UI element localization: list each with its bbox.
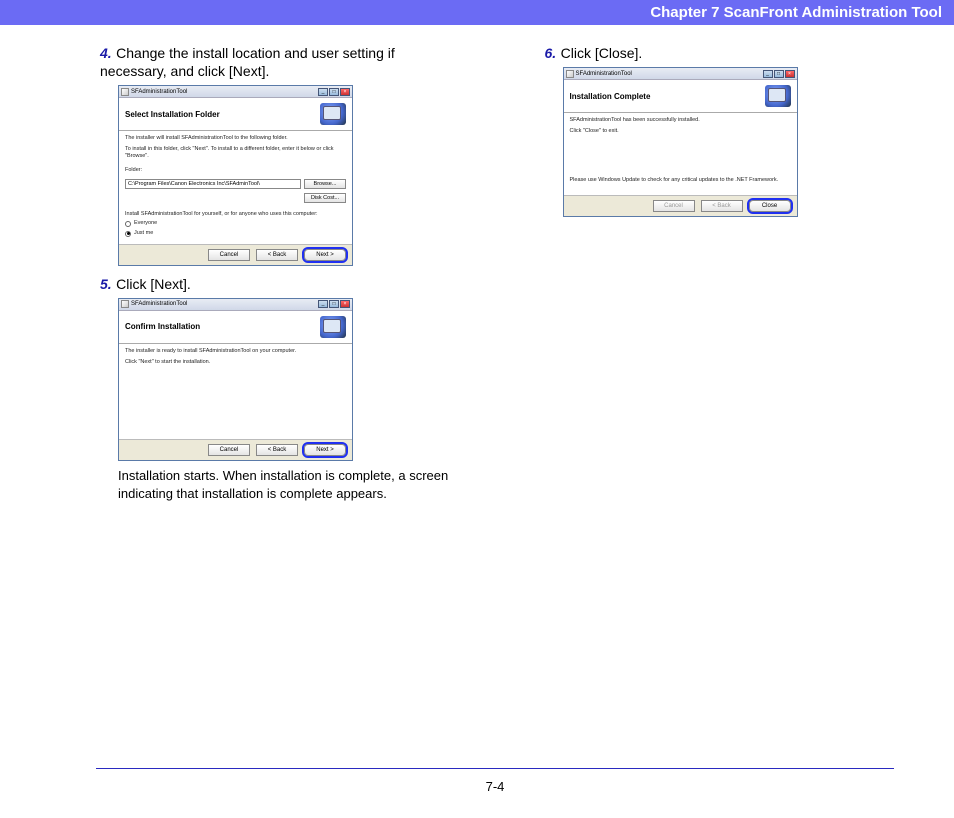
close-icon[interactable]: × (340, 88, 350, 96)
dialog-line1: SFAdministrationTool has been successful… (570, 117, 791, 125)
dialog-heading: Installation Complete (570, 92, 651, 101)
minimize-icon[interactable]: _ (318, 300, 328, 308)
right-column: 6. Click [Close]. SFAdministrationTool _… (545, 45, 895, 513)
app-icon (566, 70, 574, 78)
installer-icon (765, 85, 791, 107)
browse-button[interactable]: Browse... (304, 179, 346, 189)
chapter-title: Chapter 7 ScanFront Administration Tool (650, 4, 942, 21)
dialog-line2: Click "Next" to start the installation. (125, 359, 346, 367)
step-4-number: 4. (100, 45, 112, 61)
cancel-button[interactable]: Cancel (208, 444, 250, 456)
radio-everyone-label: Everyone (134, 220, 157, 228)
next-button[interactable]: Next > (304, 249, 346, 261)
dialog-line1: The installer is ready to install SFAdmi… (125, 348, 346, 356)
step-5: 5. Click [Next]. SFAdministrationTool _ … (100, 276, 450, 503)
close-icon[interactable]: × (340, 300, 350, 308)
installer-icon (320, 103, 346, 125)
dialog-line2: To install in this folder, click "Next".… (125, 146, 346, 161)
radio-justme-row[interactable]: Just me (125, 230, 346, 238)
maximize-icon[interactable]: □ (329, 300, 339, 308)
cancel-button[interactable]: Cancel (208, 249, 250, 261)
page-content: 4. Change the install location and user … (0, 25, 954, 513)
step-4: 4. Change the install location and user … (100, 45, 450, 266)
dialog-confirm-installation: SFAdministrationTool _ □ × Confirm Insta… (118, 298, 353, 461)
step-6-text: Click [Close]. (561, 45, 643, 61)
dialog-select-install-folder: SFAdministrationTool _ □ × Select Instal… (118, 85, 353, 266)
step-4-text: Change the install location and user set… (100, 45, 395, 79)
disk-cost-button[interactable]: Disk Cost... (304, 193, 346, 203)
scope-label: Install SFAdministrationTool for yoursel… (125, 211, 346, 219)
step-6: 6. Click [Close]. SFAdministrationTool _… (545, 45, 895, 217)
dialog-line2: Click "Close" to exit. (570, 128, 791, 136)
app-icon (121, 300, 129, 308)
dialog-footer-note: Please use Windows Update to check for a… (570, 177, 791, 185)
step-5-after-text: Installation starts. When installation i… (100, 467, 450, 503)
minimize-icon[interactable]: _ (318, 88, 328, 96)
dialog-titlebar: SFAdministrationTool _ □ × (119, 86, 352, 98)
step-6-number: 6. (545, 45, 557, 61)
installer-icon (320, 316, 346, 338)
step-5-text: Click [Next]. (116, 276, 191, 292)
radio-everyone-row[interactable]: Everyone (125, 220, 346, 228)
radio-justme[interactable] (125, 231, 131, 237)
back-button[interactable]: < Back (256, 249, 298, 261)
dialog-heading: Confirm Installation (125, 322, 200, 331)
back-button[interactable]: < Back (256, 444, 298, 456)
dialog-app-title: SFAdministrationTool (131, 301, 187, 307)
back-button: < Back (701, 200, 743, 212)
dialog-titlebar: SFAdministrationTool _ □ × (119, 299, 352, 311)
maximize-icon[interactable]: □ (329, 88, 339, 96)
page-number: 7-4 (96, 779, 894, 794)
radio-justme-label: Just me (134, 230, 153, 238)
radio-everyone[interactable] (125, 221, 131, 227)
left-column: 4. Change the install location and user … (100, 45, 450, 513)
dialog-app-title: SFAdministrationTool (131, 89, 187, 95)
dialog-installation-complete: SFAdministrationTool _ □ × Installation … (563, 67, 798, 217)
dialog-heading: Select Installation Folder (125, 110, 220, 119)
folder-label: Folder: (125, 167, 346, 175)
dialog-app-title: SFAdministrationTool (576, 71, 632, 77)
step-5-number: 5. (100, 276, 112, 292)
app-icon (121, 88, 129, 96)
minimize-icon[interactable]: _ (763, 70, 773, 78)
close-icon[interactable]: × (785, 70, 795, 78)
cancel-button: Cancel (653, 200, 695, 212)
folder-input[interactable]: C:\Program Files\Canon Electronics Inc\S… (125, 179, 301, 189)
dialog-titlebar: SFAdministrationTool _ □ × (564, 68, 797, 80)
close-button[interactable]: Close (749, 200, 791, 212)
next-button[interactable]: Next > (304, 444, 346, 456)
maximize-icon[interactable]: □ (774, 70, 784, 78)
page-footer: 7-4 (96, 768, 894, 794)
chapter-header: Chapter 7 ScanFront Administration Tool (0, 0, 954, 25)
dialog-line1: The installer will install SFAdministrat… (125, 135, 346, 143)
